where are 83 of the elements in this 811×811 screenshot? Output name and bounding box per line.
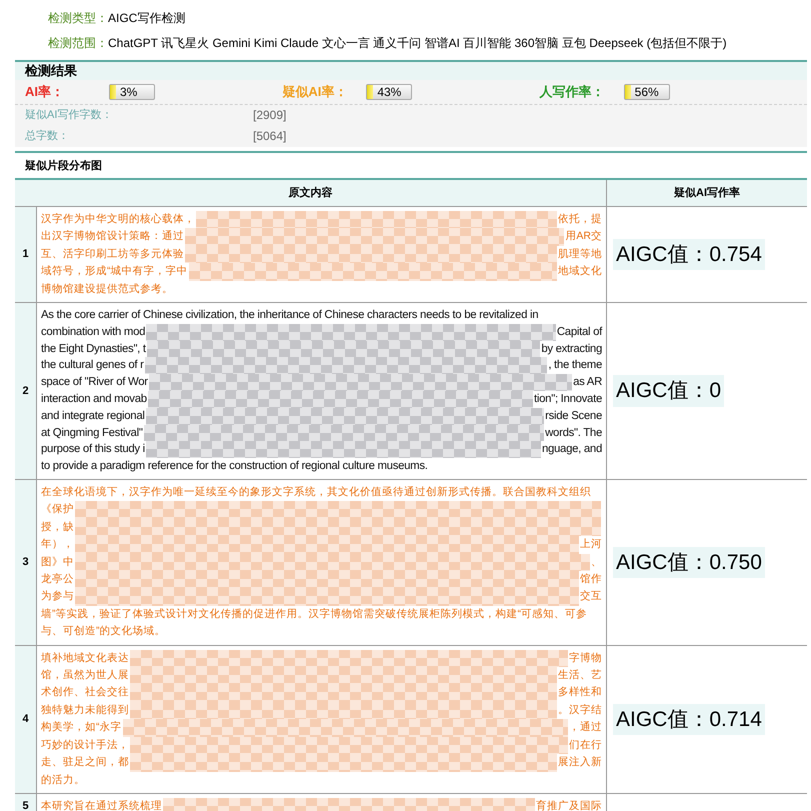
paragraph-text: space of "River of Wor [41,375,148,390]
paragraph-text: 在全球化语境下，汉字作为唯一延续至今的象形文字系统，其文化价值亟待通过创新形式传播。联合国教科文组织 [41,485,591,500]
aigc-value: AIGC值：0 [613,375,724,407]
rate-value: 3% [109,84,155,100]
paragraph-text: , the theme [548,358,602,374]
aigc-value: AIGC值：0.754 [613,238,765,270]
paragraph-text: 与、可创造”的文化场域。 [41,624,166,640]
paragraph-text: 用AR交 [565,229,602,244]
paragraph-text: as AR [573,375,602,390]
paragraph-text: 域符号，形成“城中有字，字中 [41,264,188,280]
paragraph-text: the Eight Dynasties", t [41,342,146,357]
paragraph-text: to provide a paradigm reference for the construction of regional culture museums. [41,459,428,474]
paragraph-text: the cultural genes of r [41,358,144,374]
paragraph-text: 多样性和 [558,685,602,700]
stat-label: 疑似AI写作字数： [25,108,114,123]
paragraph-text: interaction and movab [41,392,147,408]
aigc-value: AIGC值：0.750 [613,546,765,578]
paragraph-text: 龙亭公 [41,572,74,588]
rate-value: 43% [366,84,412,100]
paragraph-text: nguage, and [542,442,602,458]
paragraph-text: 授，缺 [41,520,74,535]
paragraph-text: 展注入新 [558,755,602,770]
rate-label: 疑似AI率： [282,83,348,101]
paragraph-text: 们在行 [569,738,602,753]
paragraph-text: by extracting [541,342,602,357]
paragraph-text: 本研究旨在通过系统梳理 [41,798,162,811]
rate-label: AI率： [25,83,65,101]
paragraph-text: 出汉字博物馆设计策略：通过 [41,229,184,244]
paragraph-text: 。汉字结 [558,702,602,718]
paragraph-text: 走、驻足之间，都 [41,755,129,770]
paragraph-text: 字博物 [569,650,602,666]
paragraph-text: 《保护 [41,502,74,518]
column-header: 疑似AI写作率 [673,186,741,201]
paragraph-text: 图》中 [41,554,74,570]
paragraph-text: and integrate regional [41,408,145,424]
row-number: 3 [22,555,29,570]
paragraph-text: rside Scene [545,408,602,424]
paragraph-text: 独特魅力未能得到 [41,702,129,718]
section-header: 检测结果 [15,62,807,80]
paragraph-text: 填补地域文化表达 [41,650,129,666]
aigc-value: AIGC值：0.714 [613,704,765,736]
column-header: 原文内容 [15,180,607,206]
paragraph-text: 互、活字印刷工坊等多元体验 [41,246,184,262]
paragraph-text: combination with mod [41,324,146,340]
paragraph-text: words". The [545,426,602,441]
row-number: 1 [22,247,29,262]
stat-value: [5064] [253,128,286,145]
row-number: 2 [22,384,29,399]
paragraph-text: 馆，虽然为世人展 [41,668,129,684]
paragraph-text: 术创作、社会交往 [41,685,129,700]
paragraph-text: 育推广及国际 [536,798,602,811]
row-number: 5 [22,799,29,811]
paragraph-text: 为参与 [41,589,74,604]
paragraph-text: 巧妙的设计手法， [41,738,129,753]
paragraph-text: 交互 [580,589,602,604]
paragraph-text: 地域文化 [558,264,602,280]
info-value: ChatGPT 讯飞星火 Gemini Kimi Claude 文心一言 通义千问 智谱AI 百川智能 360智脑 豆包 Deepseek (包括但不限于) [108,35,727,52]
info-value: AIGC写作检测 [108,10,186,27]
paragraph-text: 生活、艺 [558,668,602,684]
paragraph-text: 构美学，如“永字 [41,720,122,736]
paragraph-text: 馆作 [580,572,602,588]
stat-value: [2909] [253,107,286,124]
paragraph-text: 肌理等地 [558,246,602,262]
paragraph-text: 年）， [41,537,74,552]
info-label: 检测范围： [48,35,108,52]
paragraph-text: 墙”等实践，验证了体验式设计对文化传播的促进作用。汉字博物馆需突破传统展柜陈列模式，构建“可感知、可参 [41,606,587,622]
row-number: 4 [22,712,29,728]
paragraph-text: 汉字作为中华文明的核心载体， [41,212,195,227]
paragraph-text: at Qingming Festival" [41,426,143,441]
paragraph-text: 的活力。 [41,772,85,788]
paragraph-text: 、 [591,554,602,570]
paragraph-text: As the core carrier of Chinese civilization, the inheritance of Chinese characters needs to be revitalized in [41,308,538,324]
paragraph-text: Capital of [556,324,602,340]
paragraph-text: 依托，提 [558,212,602,227]
paragraph-text: ，通过 [569,720,602,736]
rate-label: 人写作率： [540,83,606,101]
paragraph-text: tion"; Innovate [534,392,602,408]
paragraph-text: purpose of this study i [41,442,145,458]
paragraph-text: 上河 [580,537,602,552]
paragraph-text: 博物馆建设提供范式参考。 [41,282,173,297]
rate-value: 56% [624,84,670,100]
stat-label: 总字数： [25,128,70,144]
info-label: 检测类型： [48,10,108,27]
